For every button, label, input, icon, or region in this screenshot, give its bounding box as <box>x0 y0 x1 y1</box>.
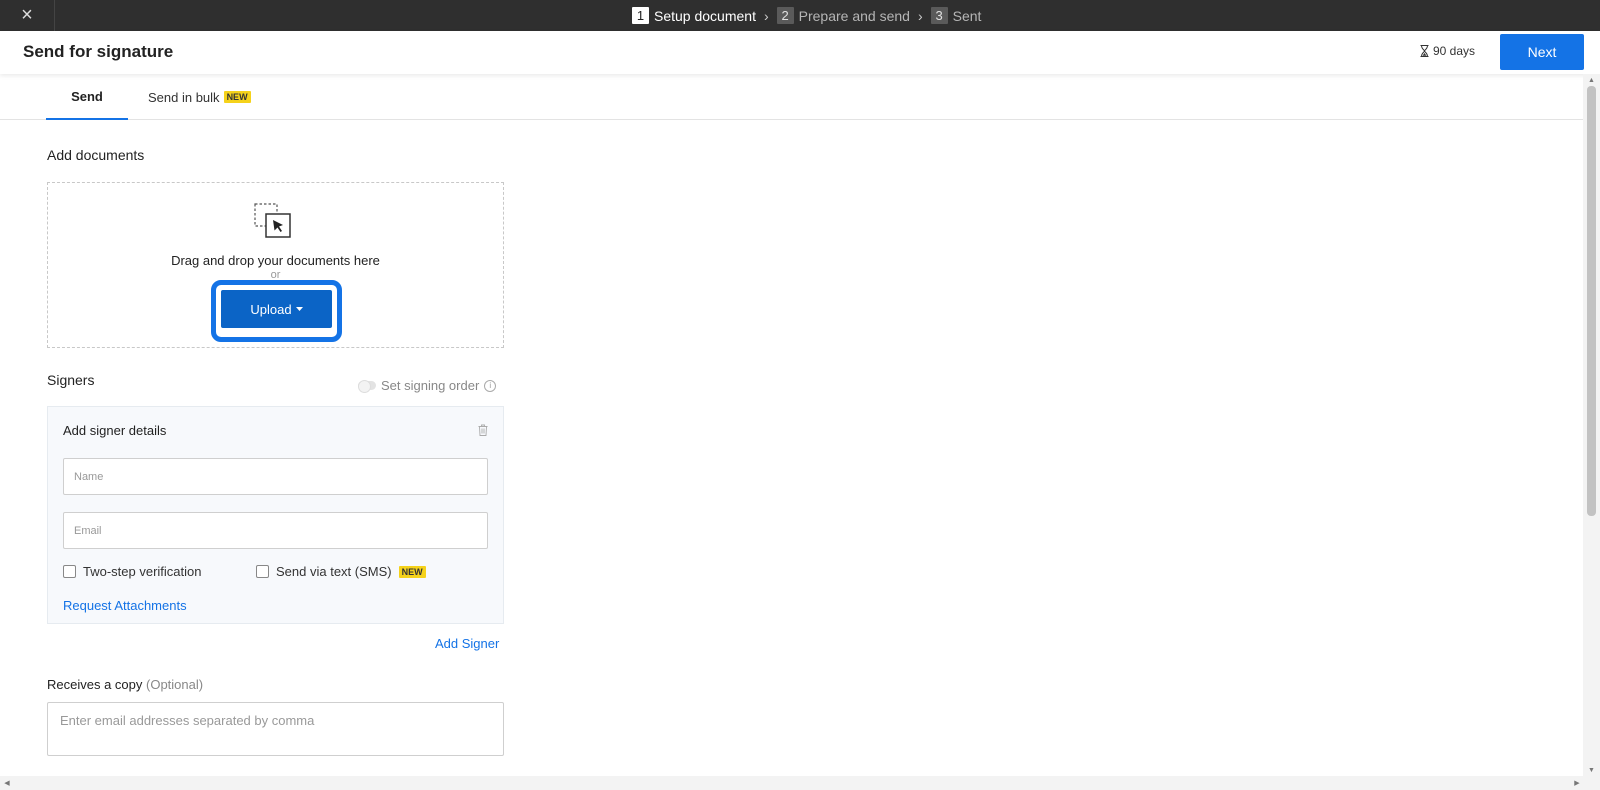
new-badge: NEW <box>398 565 426 578</box>
add-signer-link[interactable]: Add Signer <box>435 636 499 651</box>
receives-copy-label: Receives a copy (Optional) <box>47 677 203 692</box>
step-number: 2 <box>776 7 794 24</box>
progress-steps: 1 Setup document › 2 Prepare and send › … <box>632 0 981 31</box>
optional-text: (Optional) <box>146 677 204 692</box>
caret-down-icon <box>295 307 303 311</box>
upload-label: Upload <box>250 301 292 317</box>
toggle-switch[interactable] <box>358 380 376 393</box>
signing-order-toggle[interactable]: Set signing order i <box>358 378 497 393</box>
tab-send[interactable]: Send <box>46 74 128 120</box>
info-icon[interactable]: i <box>484 379 497 392</box>
scroll-up-icon[interactable]: ▲ <box>1583 74 1600 86</box>
drag-drop-icon <box>254 203 291 238</box>
two-step-checkbox[interactable] <box>63 565 76 578</box>
drop-instructions: Drag and drop your documents here <box>171 253 380 268</box>
close-icon[interactable]: × <box>0 0 55 31</box>
expiry-indicator[interactable]: 90 days <box>1420 44 1475 58</box>
horizontal-scrollbar[interactable]: ◀ ▶ <box>0 776 1600 790</box>
two-step-verification-option[interactable]: Two-step verification <box>63 564 202 579</box>
scroll-left-icon[interactable]: ◀ <box>0 776 14 790</box>
chevron-right-icon: › <box>763 7 769 24</box>
step-number: 1 <box>632 7 649 24</box>
signer-card: Add signer details Two-step verification… <box>47 406 504 624</box>
send-tabs: Send Send in bulk NEW <box>0 74 1583 120</box>
cc-email-input[interactable] <box>47 702 504 756</box>
request-attachments-link[interactable]: Request Attachments <box>63 598 187 613</box>
vertical-scrollbar[interactable]: ▲ ▼ <box>1583 74 1600 776</box>
scrollbar-thumb[interactable] <box>1587 86 1596 516</box>
trash-icon[interactable] <box>478 424 488 436</box>
signer-name-input[interactable] <box>63 458 488 495</box>
page-header: Send for signature 90 days Next <box>0 31 1600 74</box>
top-stepper-bar: × 1 Setup document › 2 Prepare and send … <box>0 0 1600 31</box>
copy-label-text: Receives a copy <box>47 677 143 692</box>
step-label: Sent <box>952 7 982 24</box>
step-prepare-and-send: 2 Prepare and send <box>776 7 910 24</box>
upload-highlight: Upload <box>211 280 342 342</box>
scroll-right-icon[interactable]: ▶ <box>1570 776 1584 790</box>
new-badge: NEW <box>223 91 251 103</box>
signing-order-label: Set signing order <box>381 378 480 393</box>
upload-button[interactable]: Upload <box>221 290 332 328</box>
scroll-down-icon[interactable]: ▼ <box>1583 764 1600 776</box>
sms-checkbox[interactable] <box>256 565 269 578</box>
next-button[interactable]: Next <box>1500 34 1584 70</box>
tab-label: Send in bulk <box>148 89 220 105</box>
chevron-right-icon: › <box>917 7 923 24</box>
step-sent: 3 Sent <box>930 7 982 24</box>
document-dropzone[interactable]: Drag and drop your documents here or Upl… <box>47 182 504 348</box>
signer-card-title: Add signer details <box>63 423 167 438</box>
sms-label: Send via text (SMS) <box>276 564 392 579</box>
step-label: Setup document <box>654 7 756 24</box>
two-step-label: Two-step verification <box>83 564 202 579</box>
hourglass-icon <box>1420 45 1429 57</box>
expiry-days: 90 days <box>1433 44 1476 58</box>
step-setup-document: 1 Setup document <box>632 7 756 24</box>
tab-send-in-bulk[interactable]: Send in bulk NEW <box>148 74 251 120</box>
page-title: Send for signature <box>23 42 174 61</box>
step-number: 3 <box>930 7 948 24</box>
signer-email-input[interactable] <box>63 512 488 549</box>
step-label: Prepare and send <box>798 7 910 24</box>
sms-option[interactable]: Send via text (SMS) NEW <box>256 564 426 579</box>
add-documents-heading: Add documents <box>47 147 145 163</box>
signers-heading: Signers <box>47 372 95 388</box>
